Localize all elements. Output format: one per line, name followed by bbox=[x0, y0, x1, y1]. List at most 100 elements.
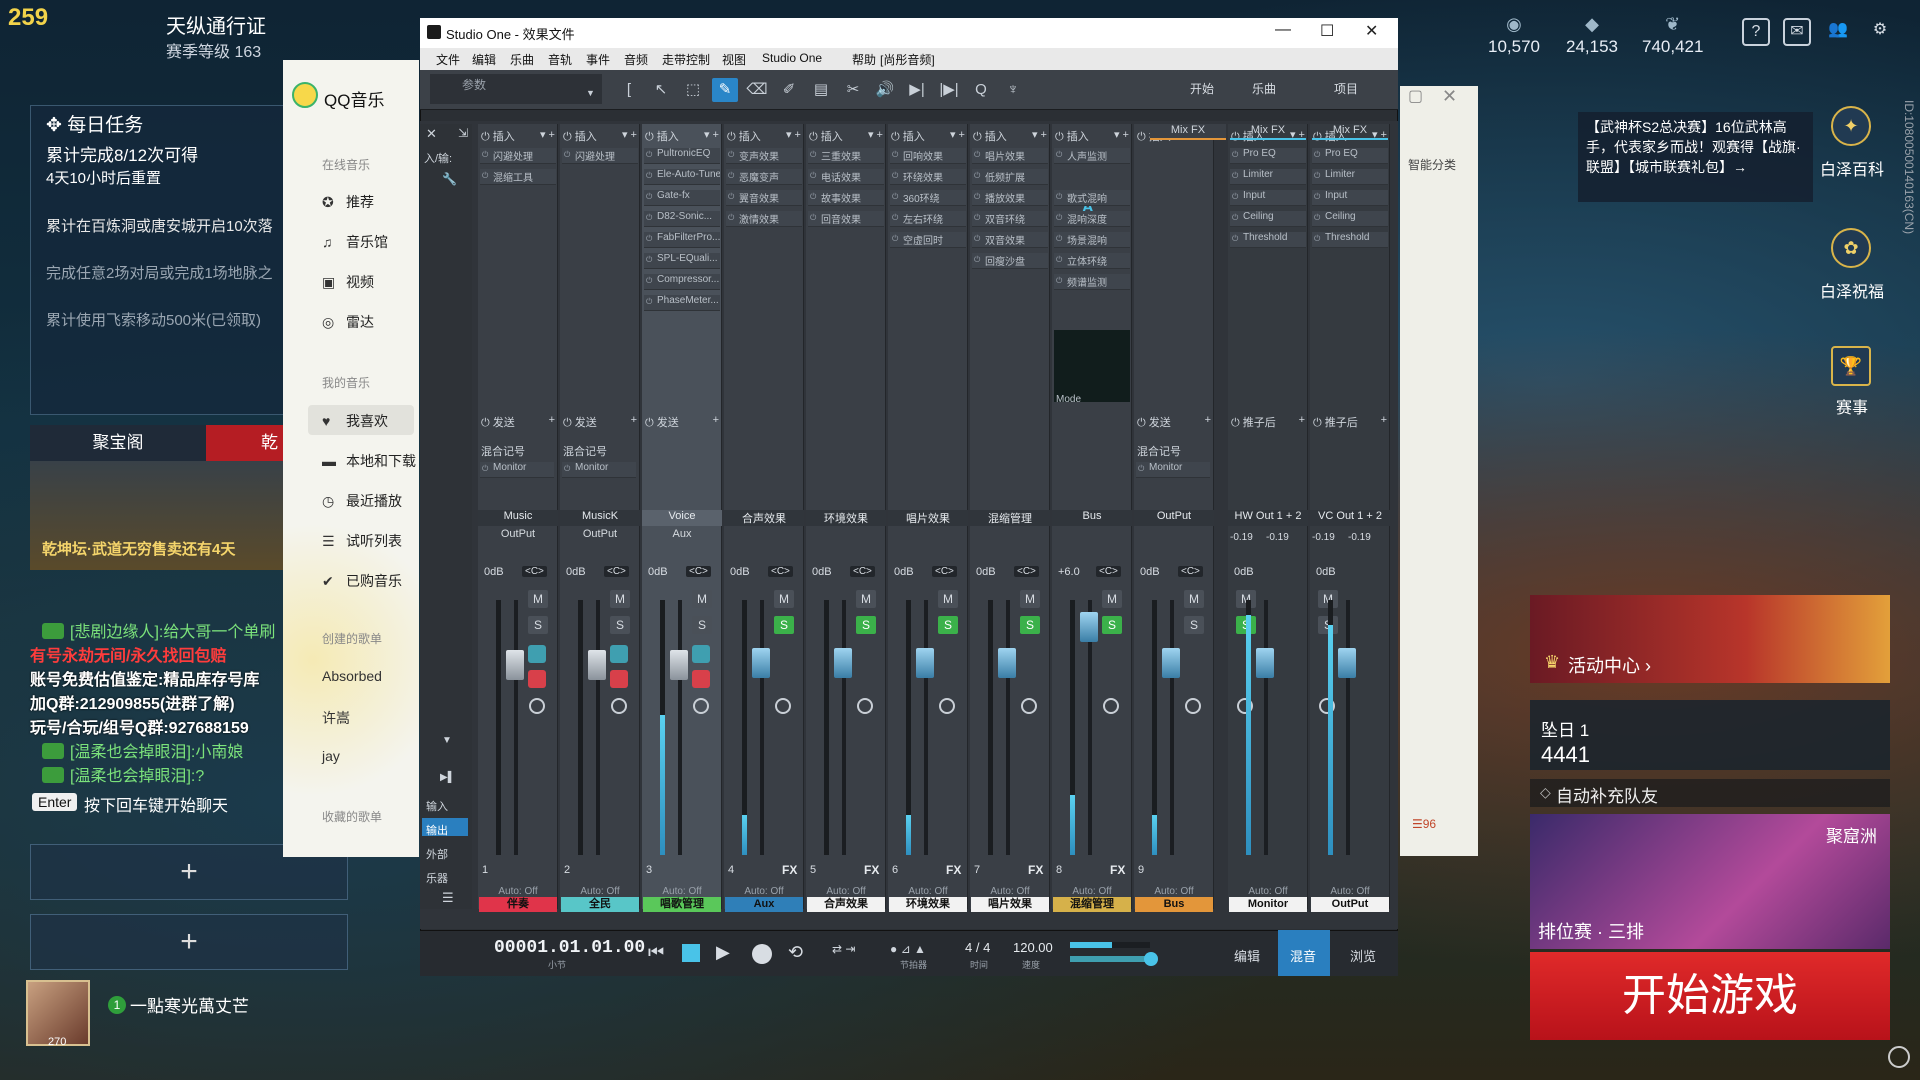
qq-item-video[interactable]: ▣ 视频 bbox=[322, 272, 374, 292]
tab-edit[interactable]: 编辑 bbox=[1234, 946, 1260, 965]
channel-label[interactable]: 伴奏 bbox=[479, 897, 557, 912]
add-insert-icon[interactable]: ▾ + bbox=[540, 128, 555, 141]
menu-item[interactable]: 走带控制 bbox=[662, 51, 710, 68]
tool-button[interactable]: ✎ bbox=[712, 78, 738, 102]
sidebar-output[interactable]: 输出 bbox=[426, 822, 448, 838]
mail-icon[interactable]: ✉ bbox=[1783, 18, 1811, 46]
maximize-icon[interactable]: ☐ bbox=[1320, 21, 1334, 41]
minimize-icon[interactable]: — bbox=[1275, 21, 1291, 39]
fx-label[interactable]: FX bbox=[864, 863, 879, 877]
insert-slot[interactable]: 歌式混响 bbox=[1054, 190, 1130, 206]
send-header[interactable]: ⏻ 发送 + bbox=[1137, 414, 1211, 430]
automation-mode[interactable]: Auto: Off bbox=[1052, 886, 1132, 897]
qq-playlist-3[interactable]: jay bbox=[322, 748, 340, 764]
pan-control[interactable]: <C> bbox=[686, 566, 711, 577]
sync-toggle[interactable] bbox=[1144, 952, 1158, 966]
insert-slot[interactable]: 环绕效果 bbox=[890, 169, 966, 185]
channel-name[interactable]: 环境效果 bbox=[806, 510, 886, 526]
monitor-button[interactable] bbox=[528, 645, 546, 663]
collapse-icon[interactable]: ▼ bbox=[442, 735, 452, 746]
record-icon[interactable] bbox=[752, 944, 772, 964]
mute-button[interactable]: M bbox=[528, 590, 548, 608]
channel-name[interactable]: 混缩管理 bbox=[970, 510, 1050, 526]
channel-name[interactable]: HW Out 1 + 2 bbox=[1228, 510, 1308, 526]
event-center[interactable]: 活动中心 › bbox=[1568, 652, 1651, 678]
gain-value[interactable]: 0dB bbox=[648, 566, 668, 578]
channel-label[interactable]: 唱歌管理 bbox=[643, 897, 721, 912]
insert-header[interactable]: ⏻ 插入 ▾ + bbox=[1055, 128, 1129, 144]
insert-slot[interactable]: 立体环绕 bbox=[1054, 253, 1130, 269]
qq-playlist-1[interactable]: Absorbed bbox=[322, 668, 382, 684]
insert-slot[interactable]: 电话效果 bbox=[808, 169, 884, 185]
record-arm-button[interactable] bbox=[610, 670, 628, 688]
insert-slot[interactable]: 混缩工具 bbox=[480, 169, 556, 185]
menu-item[interactable]: 事件 bbox=[586, 51, 610, 68]
pan-control[interactable]: <C> bbox=[768, 566, 793, 577]
monitor-slot[interactable]: Monitor bbox=[1136, 462, 1210, 478]
close-icon[interactable]: ✕ bbox=[1365, 21, 1378, 41]
pan-knob[interactable] bbox=[1103, 698, 1119, 714]
pan-knob[interactable] bbox=[1185, 698, 1201, 714]
add-send-icon[interactable]: + bbox=[631, 414, 637, 426]
pan-knob[interactable] bbox=[529, 698, 545, 714]
gain-value[interactable]: +6.0 bbox=[1058, 566, 1080, 578]
pan-control[interactable]: <C> bbox=[1178, 566, 1203, 577]
insert-slot[interactable]: Gate-fx bbox=[644, 190, 720, 206]
gain-value[interactable]: 0dB bbox=[1234, 566, 1254, 578]
solo-button[interactable]: S bbox=[774, 616, 794, 634]
qq-item-local[interactable]: ▬ 本地和下载 bbox=[322, 451, 416, 471]
qq-item-hall[interactable]: ♫ 音乐馆 bbox=[322, 232, 388, 252]
channel-label[interactable]: 环境效果 bbox=[889, 897, 967, 912]
gain-value[interactable]: 0dB bbox=[484, 566, 504, 578]
mute-button[interactable]: M bbox=[774, 590, 794, 608]
pan-knob[interactable] bbox=[857, 698, 873, 714]
param-dropdown-icon[interactable]: ▼ bbox=[586, 88, 595, 98]
volume-fader[interactable] bbox=[506, 650, 524, 680]
insert-slot[interactable]: Pro EQ bbox=[1230, 148, 1306, 164]
volume-fader[interactable] bbox=[834, 648, 852, 678]
announcement[interactable]: 【武神杯S2总决赛】16位武林高手，代表家乡而战！观赛得【战旗·联盟】【城市联赛… bbox=[1578, 112, 1813, 202]
menu-item[interactable]: 编辑 bbox=[472, 51, 496, 68]
solo-button[interactable]: S bbox=[1184, 616, 1204, 634]
qq-item-favorites[interactable]: ♥ 我喜欢 bbox=[322, 411, 388, 431]
channel-label[interactable]: Aux bbox=[725, 897, 803, 912]
volume-fader[interactable] bbox=[1162, 648, 1180, 678]
add-insert-icon[interactable]: ▾ + bbox=[786, 128, 801, 141]
pan-knob[interactable] bbox=[1021, 698, 1037, 714]
channel-name[interactable]: Music bbox=[478, 510, 558, 526]
mixfx-header-2[interactable]: Mix FX bbox=[1230, 124, 1306, 140]
gain-value[interactable]: 0dB bbox=[566, 566, 586, 578]
automation-mode[interactable]: Auto: Off bbox=[478, 886, 558, 897]
channel-output[interactable]: OutPut bbox=[478, 528, 558, 544]
mute-button[interactable]: M bbox=[1020, 590, 1040, 608]
menu-item[interactable]: 音轨 bbox=[548, 51, 572, 68]
send-header[interactable]: ⏻ 推子后 + bbox=[1313, 414, 1387, 430]
insert-slot[interactable]: 双音环绕 bbox=[972, 211, 1048, 227]
tool-button[interactable]: ✐ bbox=[776, 78, 802, 102]
pan-knob[interactable] bbox=[693, 698, 709, 714]
mute-button[interactable]: M bbox=[1102, 590, 1122, 608]
monitor-button[interactable] bbox=[610, 645, 628, 663]
volume-fader[interactable] bbox=[916, 648, 934, 678]
insert-slot[interactable]: 360环绕 bbox=[890, 190, 966, 206]
insert-slot[interactable]: Compressor... bbox=[644, 274, 720, 290]
channel-output[interactable]: OutPut bbox=[560, 528, 640, 544]
menu-item[interactable]: 乐曲 bbox=[510, 51, 534, 68]
monitor-slot[interactable]: Monitor bbox=[480, 462, 554, 478]
sidebar-external[interactable]: 外部 bbox=[426, 846, 448, 862]
tool-button[interactable]: ▤ bbox=[808, 78, 834, 102]
mixfx-header[interactable]: Mix FX bbox=[1150, 124, 1226, 140]
channel-name[interactable]: MusicK bbox=[560, 510, 640, 526]
insert-slot[interactable]: 三重效果 bbox=[808, 148, 884, 164]
monitor-button[interactable] bbox=[692, 645, 710, 663]
insert-slot[interactable]: 低频扩展 bbox=[972, 169, 1048, 185]
solo-button[interactable]: S bbox=[856, 616, 876, 634]
link-events[interactable]: 赛事 bbox=[1812, 394, 1892, 418]
volume-fader[interactable] bbox=[588, 650, 606, 680]
insert-slot[interactable]: 翼音效果 bbox=[726, 190, 802, 206]
menu-item[interactable]: 音频 bbox=[624, 51, 648, 68]
tab-project[interactable]: 项目 bbox=[1334, 80, 1358, 97]
sidebar-input[interactable]: 输入 bbox=[426, 798, 448, 814]
insert-header[interactable]: ⏻ 插入 ▾ + bbox=[727, 128, 801, 144]
insert-slot[interactable]: 场景混响 bbox=[1054, 232, 1130, 248]
